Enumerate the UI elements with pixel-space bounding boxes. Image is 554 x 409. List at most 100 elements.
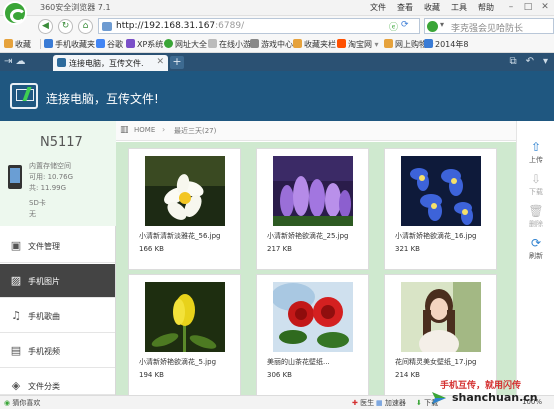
menu-favorites[interactable]: 收藏 <box>424 2 440 13</box>
favorite-item[interactable]: 收藏 <box>4 39 31 50</box>
photo-card[interactable]: 小清新娇艳欲滴花_25.jpg 217 KB <box>256 148 369 270</box>
file-name: 小清新娇艳欲滴花_5.jpg <box>139 358 217 366</box>
refresh-button[interactable]: ↻ <box>58 19 73 34</box>
photo-thumbnail[interactable] <box>145 156 225 226</box>
folder-icon <box>126 39 135 48</box>
search-placeholder: 李克强会见哈防长 <box>451 24 524 34</box>
storage-free: 可用: 10.76G <box>29 173 74 181</box>
home-button[interactable]: ⌂ <box>78 19 93 34</box>
photo-thumbnail[interactable] <box>145 282 225 352</box>
device-name: N5117 <box>40 135 83 150</box>
favorite-item[interactable]: 在线小游 <box>208 39 251 50</box>
sidebar-item-music[interactable]: ♫ 手机歌曲 <box>0 299 115 333</box>
favorite-item[interactable]: 手机收藏夹 <box>44 39 95 50</box>
tab-favicon-icon <box>57 58 66 67</box>
delete-button[interactable]: 🗑 删除 <box>517 205 554 229</box>
reload-icon[interactable]: ⟳ <box>401 20 409 30</box>
url-text: http://192.168.31.167:6789/ <box>116 21 245 31</box>
tab-menu-icon[interactable]: ▾ <box>543 56 548 67</box>
favorite-item[interactable]: 游戏中心 <box>250 39 293 50</box>
photo-thumbnail[interactable] <box>401 156 481 226</box>
folder-icon <box>384 39 393 48</box>
menu-tools[interactable]: 工具 <box>451 2 467 13</box>
storage-total: 共: 11.99G <box>29 184 67 192</box>
star-icon <box>4 39 13 48</box>
refresh-icon: ⟳ <box>530 236 542 250</box>
phone-icon <box>8 165 22 189</box>
ie-mode-icon[interactable]: ⓔ <box>389 20 398 33</box>
photo-card[interactable]: 小清新清新淡雅花_56.jpg 166 KB <box>128 148 241 270</box>
watermark-domain: shanchuan.cn <box>452 391 538 404</box>
photo-card[interactable]: 小清新娇艳欲滴花_16.jpg 321 KB <box>384 148 497 270</box>
file-name: 花间精灵美女壁纸_17.jpg <box>395 358 477 366</box>
tab-close-icon[interactable]: ✕ <box>156 57 164 67</box>
window-controls: – □ ✕ <box>504 1 552 13</box>
file-size: 306 KB <box>267 371 292 379</box>
search-dropdown-icon[interactable]: ▾ <box>440 20 444 29</box>
photo-card[interactable]: 美丽的山茶花壁纸... 306 KB <box>256 274 369 395</box>
app-header: 连接电脑，互传文件! <box>0 71 554 121</box>
video-icon: ▤ <box>10 344 22 357</box>
breadcrumb: ▥ HOME › 最近三天(27) <box>116 121 516 141</box>
photo-thumbnail[interactable] <box>401 282 481 352</box>
favorite-item[interactable]: 淘宝网 ▾ <box>337 39 379 50</box>
favorite-item[interactable]: 网址大全 <box>164 39 207 50</box>
folder-icon <box>293 39 302 48</box>
menu-bar: 文件 查看 收藏 工具 帮助 <box>370 2 494 13</box>
gamepad-icon <box>250 39 259 48</box>
photo-grid: 小清新清新淡雅花_56.jpg 166 KB 小清新娇艳欲滴花_25.jpg 2… <box>116 142 516 395</box>
image-icon: ▨ <box>10 274 22 287</box>
maximize-icon[interactable]: □ <box>521 1 535 13</box>
search-engine-icon[interactable] <box>427 21 438 32</box>
accelerator-button[interactable]: ▦ 加速器 <box>376 398 406 408</box>
category-icon: ◈ <box>11 379 21 392</box>
recommend-link[interactable]: ◉ 猜你喜欢 <box>4 398 40 408</box>
trash-icon: 🗑 <box>528 204 544 218</box>
sidebar-item-photos[interactable]: ▨ 手机图片 <box>0 264 115 298</box>
breadcrumb-home[interactable]: HOME <box>134 126 155 134</box>
files-icon: ▣ <box>10 239 22 252</box>
new-tab-button[interactable]: + <box>170 56 184 69</box>
photo-thumbnail[interactable] <box>273 282 353 352</box>
photo-thumbnail[interactable] <box>273 156 353 226</box>
menu-view[interactable]: 查看 <box>397 2 413 13</box>
sd-label: SD卡 <box>29 199 46 207</box>
photo-card[interactable]: 花间精灵美女壁纸_17.jpg 214 KB <box>384 274 497 395</box>
favorite-item[interactable]: 2014年8 <box>424 39 468 50</box>
file-name: 美丽的山茶花壁纸... <box>267 358 330 366</box>
upload-button[interactable]: ⇧ 上传 <box>517 141 554 165</box>
download-icon: ⇩ <box>530 172 542 186</box>
file-name: 小清新娇艳欲滴花_16.jpg <box>395 232 477 240</box>
window-title: 360安全浏览器 7.1 <box>40 3 111 12</box>
sidebar-item-videos[interactable]: ▤ 手机视频 <box>0 334 115 368</box>
sd-value: 无 <box>29 210 36 218</box>
tab-active[interactable]: 连接电脑，互传文件. ✕ <box>53 55 168 71</box>
search-input[interactable]: ▾ 李克强会见哈防长 <box>424 18 554 34</box>
refresh-button[interactable]: ⟳ 刷新 <box>517 237 554 261</box>
tab-label: 连接电脑，互传文件. <box>69 59 144 68</box>
sidebar-item-categories[interactable]: ◈ 文件分类 <box>0 369 115 395</box>
menu-help[interactable]: 帮助 <box>478 2 494 13</box>
upload-label: 上传 <box>529 156 543 164</box>
favorite-item[interactable]: XP系统 <box>126 39 163 50</box>
doctor-button[interactable]: ✚ 医生 <box>352 398 374 408</box>
divider <box>40 39 41 49</box>
undo-close-icon[interactable]: ↶ <box>526 56 534 67</box>
favorite-item[interactable]: 收藏夹栏 <box>293 39 336 50</box>
music-icon: ♫ <box>11 309 21 322</box>
menu-file[interactable]: 文件 <box>370 2 386 13</box>
window-list-icon[interactable]: ⧉ <box>509 56 516 67</box>
sidebar-item-files[interactable]: ▣ 文件管理 <box>0 229 115 263</box>
sidebar-toggle-icon[interactable]: ⇥ ☁ <box>4 56 26 67</box>
breadcrumb-separator-icon: › <box>162 125 166 134</box>
favorite-item[interactable]: 谷歌 <box>96 39 123 50</box>
minimize-icon[interactable]: – <box>504 1 518 13</box>
photo-card[interactable]: 小清新娇艳欲滴花_5.jpg 194 KB <box>128 274 241 395</box>
download-button[interactable]: ⇩ 下载 <box>517 173 554 197</box>
device-info: N5117 内置存储空间 可用: 10.76G 共: 11.99G SD卡 无 <box>0 121 116 226</box>
back-button[interactable]: ◀ <box>38 19 53 34</box>
grid-view-icon[interactable]: ▥ <box>120 125 129 135</box>
url-input[interactable]: http://192.168.31.167:6789/ ⓔ ⟳ <box>98 18 420 34</box>
close-icon[interactable]: ✕ <box>538 1 552 13</box>
favorites-bar: 收藏 手机收藏夹 谷歌 XP系统 网址大全 在线小游 游戏中心 收藏夹栏 淘宝网… <box>0 36 554 53</box>
